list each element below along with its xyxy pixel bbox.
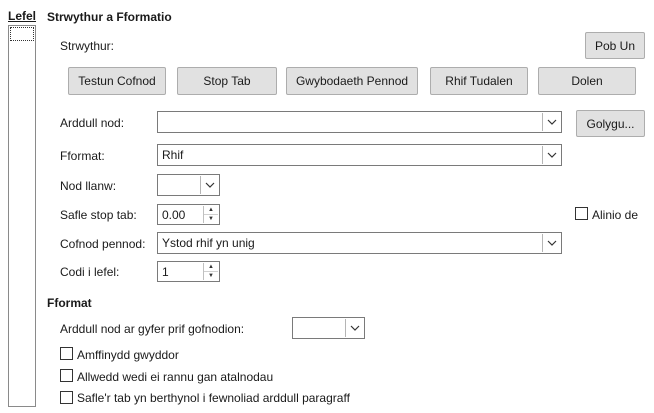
spin-up-icon[interactable]: ▲ xyxy=(204,263,218,272)
format-select[interactable]: Rhif xyxy=(157,144,562,166)
chapter-entry-select[interactable]: Ystod rhif yn unig xyxy=(157,232,562,254)
edit-button[interactable]: Golygu... xyxy=(576,110,645,137)
level-selected-item[interactable] xyxy=(10,27,34,41)
align-right-checkbox[interactable] xyxy=(575,207,588,220)
char-style-label: Arddull nod: xyxy=(60,116,125,130)
level-panel: Lefel xyxy=(0,0,44,413)
level-title: Lefel xyxy=(8,9,37,23)
chapter-entry-value: Ystod rhif yn unig xyxy=(162,236,255,250)
spin-buttons[interactable]: ▲ ▼ xyxy=(203,263,218,280)
chevron-down-icon[interactable] xyxy=(200,176,218,194)
chevron-down-icon[interactable] xyxy=(542,234,560,252)
structure-section-title: Strwythur a Fformatio xyxy=(47,10,172,24)
entry-text-button[interactable]: Testun Cofnod xyxy=(68,67,166,95)
chevron-down-icon[interactable] xyxy=(345,319,363,337)
structure-label: Strwythur: xyxy=(60,39,115,53)
format-label: Fformat: xyxy=(60,149,105,163)
all-button[interactable]: Pob Un xyxy=(585,32,645,59)
tab-position-label: Safle stop tab: xyxy=(60,208,137,222)
key-separated-label: Allwedd wedi ei rannu gan atalnodau xyxy=(77,370,274,384)
spin-up-icon[interactable]: ▲ xyxy=(204,206,218,215)
spin-down-icon[interactable]: ▼ xyxy=(204,272,218,280)
main-entry-style-label: Arddull nod ar gyfer prif gofnodion: xyxy=(60,322,245,336)
eval-level-spinbox[interactable]: 1 ▲ ▼ xyxy=(157,261,220,282)
chevron-down-icon[interactable] xyxy=(542,146,560,164)
chapter-info-button[interactable]: Gwybodaeth Pennod xyxy=(286,67,418,95)
format-value: Rhif xyxy=(162,148,184,162)
alpha-delimiter-checkbox[interactable] xyxy=(60,347,73,360)
chapter-entry-label: Cofnod pennod: xyxy=(60,237,146,251)
fill-char-label: Nod llanw: xyxy=(60,179,117,193)
char-style-select[interactable] xyxy=(157,111,562,133)
hyperlink-button[interactable]: Dolen xyxy=(538,67,636,95)
format-section-title: Fformat xyxy=(47,296,92,310)
main-entry-style-select[interactable] xyxy=(292,317,365,339)
tab-relative-checkbox[interactable] xyxy=(60,391,73,404)
alpha-delimiter-label: Amffinydd gwyddor xyxy=(77,348,179,362)
fill-char-select[interactable] xyxy=(157,174,220,196)
spin-buttons[interactable]: ▲ ▼ xyxy=(203,206,218,223)
eval-level-value: 1 xyxy=(162,264,169,279)
key-separated-checkbox[interactable] xyxy=(60,369,73,382)
tab-relative-label: Safle'r tab yn berthynol i fewnoliad ard… xyxy=(77,391,350,405)
eval-level-label: Codi i lefel: xyxy=(60,265,120,279)
tab-position-value: 0.00 xyxy=(162,207,186,222)
page-number-button[interactable]: Rhif Tudalen xyxy=(430,67,528,95)
level-list[interactable] xyxy=(8,25,36,407)
align-right-label: Alinio de xyxy=(592,208,639,222)
chevron-down-icon[interactable] xyxy=(542,113,560,131)
tab-stop-button[interactable]: Stop Tab xyxy=(177,67,277,95)
spin-down-icon[interactable]: ▼ xyxy=(204,215,218,223)
tab-position-spinbox[interactable]: 0.00 ▲ ▼ xyxy=(157,204,220,225)
